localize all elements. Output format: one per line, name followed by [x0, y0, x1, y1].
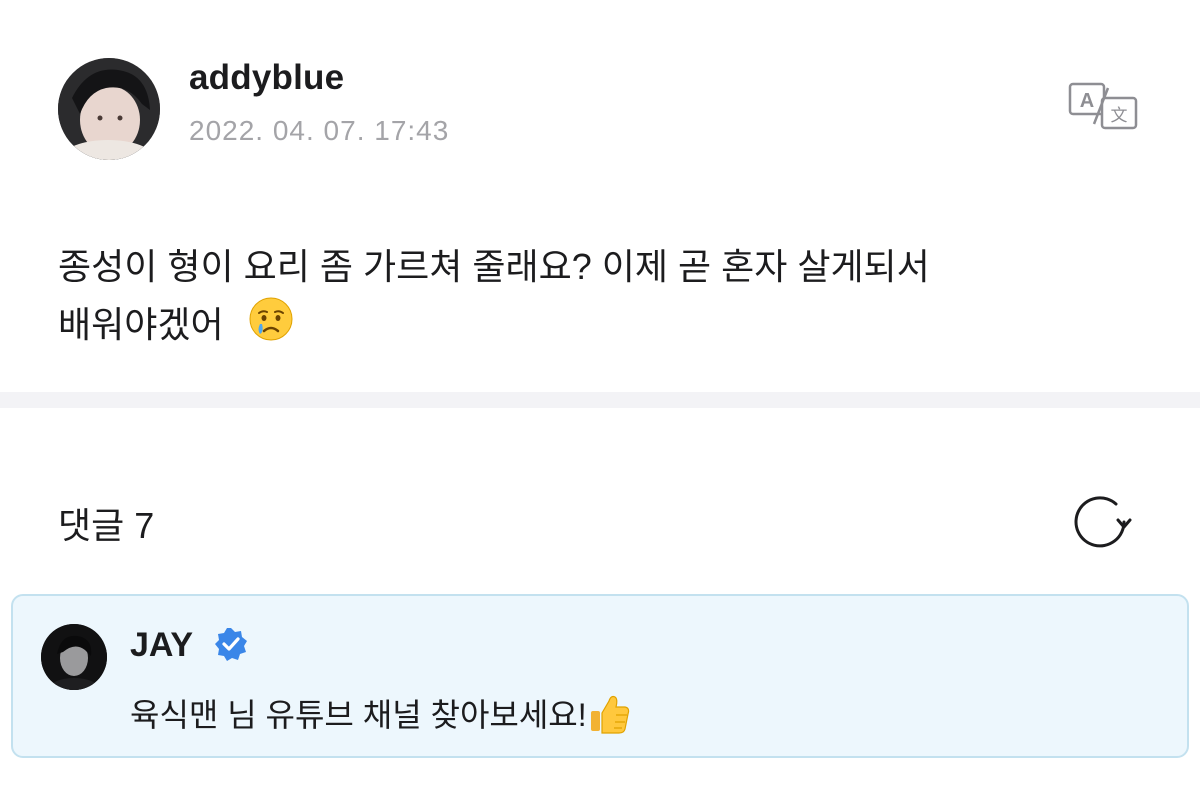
post-text-line2: 배워야겠어 — [58, 304, 224, 346]
verified-badge-icon — [213, 626, 249, 662]
refresh-icon — [1074, 496, 1132, 548]
post-text-line1: 종성이 형이 요리 좀 가르쳐 줄래요? 이제 곧 혼자 살게되서 — [58, 246, 930, 287]
comment-author[interactable]: JAY — [130, 626, 193, 665]
post-card: addyblue 2022. 04. 07. 17:43 A 文 종성이 형이 … — [0, 0, 1200, 392]
comment-item[interactable]: JAY 육식맨 님 유튜브 채널 찾아보세요! — [11, 594, 1189, 758]
post-body: 종성이 형이 요리 좀 가르쳐 줄래요? 이제 곧 혼자 살게되서 배워야겠어 — [58, 238, 1158, 359]
post-author[interactable]: addyblue — [189, 58, 344, 98]
comment-text: 육식맨 님 유튜브 채널 찾아보세요! — [130, 690, 633, 745]
section-divider — [0, 392, 1200, 408]
svg-text:A: A — [1080, 90, 1094, 112]
post-date: 2022. 04. 07. 17:43 — [189, 115, 450, 146]
translate-button[interactable]: A 文 — [1064, 80, 1140, 132]
comment-text-content: 육식맨 님 유튜브 채널 찾아보세요! — [130, 697, 587, 733]
author-avatar[interactable] — [58, 58, 160, 160]
translate-icon: A 文 — [1068, 82, 1138, 130]
svg-text:文: 文 — [1111, 106, 1128, 126]
comment-author-avatar[interactable] — [41, 624, 107, 690]
comments-count: 댓글 7 — [58, 505, 155, 546]
thumbs-up-icon — [587, 691, 633, 745]
refresh-button[interactable] — [1072, 494, 1132, 550]
crying-face-icon — [248, 296, 294, 359]
